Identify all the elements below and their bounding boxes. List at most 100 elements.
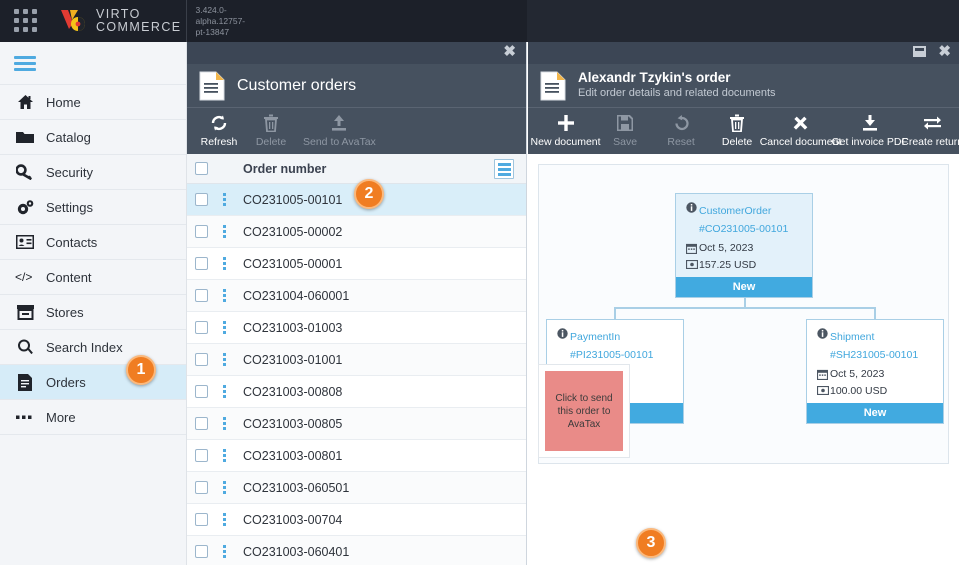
order-number: CO231003-00801: [243, 448, 343, 463]
table-row[interactable]: CO231003-060401: [187, 536, 526, 565]
sidebar-item-content[interactable]: </> Content: [0, 260, 186, 295]
sidebar-toggle-button[interactable]: [0, 42, 186, 85]
reset-button[interactable]: Reset: [655, 113, 707, 148]
row-checkbox[interactable]: [194, 513, 208, 526]
card-date-line: Oct 5, 2023: [684, 242, 804, 254]
refresh-button[interactable]: Refresh: [193, 113, 245, 148]
filter-list-icon[interactable]: [494, 159, 514, 179]
row-checkbox[interactable]: [194, 321, 208, 334]
row-menu-icon[interactable]: [222, 449, 226, 462]
row-menu-icon[interactable]: [222, 545, 226, 558]
sidebar-item-security[interactable]: Security: [0, 155, 186, 190]
sidebar-item-more[interactable]: More: [0, 400, 186, 435]
brand-text: VIRTO COMMERCE: [96, 8, 182, 34]
card-number[interactable]: #SH231005-00101: [830, 349, 918, 361]
table-row[interactable]: CO231003-01001: [187, 344, 526, 376]
row-menu-icon[interactable]: [222, 257, 226, 270]
order-number: CO231004-060001: [243, 288, 350, 303]
row-menu-icon[interactable]: [222, 385, 226, 398]
row-menu-icon[interactable]: [222, 481, 226, 494]
status-badge[interactable]: New: [676, 277, 812, 297]
close-icon[interactable]: ✖: [503, 44, 516, 59]
minimize-icon[interactable]: [913, 46, 927, 57]
sidebar-filler: [0, 435, 186, 565]
status-badge[interactable]: New: [807, 403, 943, 423]
row-checkbox[interactable]: [194, 545, 208, 558]
table-row[interactable]: CO231003-060501: [187, 472, 526, 504]
sidebar-item-home[interactable]: Home: [0, 85, 186, 120]
card-type[interactable]: PaymentIn: [570, 331, 620, 343]
send-to-avatax-button[interactable]: Send to AvaTax: [297, 113, 382, 148]
sidebar-item-orders[interactable]: Orders: [0, 365, 186, 400]
apps-grid-icon[interactable]: [10, 8, 42, 34]
row-checkbox[interactable]: [194, 289, 208, 302]
folder-icon: [14, 127, 36, 147]
row-checkbox-cell: [187, 321, 215, 334]
send-to-avatax-tile[interactable]: Click to send this order to AvaTax: [545, 371, 623, 451]
home-icon: [14, 92, 36, 112]
detail-header: Alexandr Tzykin's order Edit order detai…: [528, 64, 959, 108]
detail-title-block: Alexandr Tzykin's order Edit order detai…: [578, 70, 776, 101]
card-amount-line: 157.25 USD: [684, 259, 804, 271]
sidebar-item-stores[interactable]: Stores: [0, 295, 186, 330]
order-number: CO231003-00808: [243, 384, 343, 399]
row-menu-icon[interactable]: [222, 321, 226, 334]
cancel-document-button[interactable]: Cancel document: [760, 113, 841, 148]
card-type[interactable]: CustomerOrder: [699, 205, 771, 217]
refresh-icon: [210, 113, 228, 133]
refresh-label: Refresh: [200, 136, 238, 148]
row-checkbox[interactable]: [194, 385, 208, 398]
flow-card-customer-order[interactable]: CustomerOrder #CO231005-00101 Oct 5, 202…: [675, 193, 813, 298]
get-invoice-pdf-button[interactable]: Get invoice PDF: [831, 113, 908, 148]
table-row[interactable]: CO231005-00001: [187, 248, 526, 280]
new-document-button[interactable]: New document: [531, 113, 601, 148]
row-menu-cell: [215, 289, 233, 302]
row-checkbox[interactable]: [194, 225, 208, 238]
close-icon[interactable]: ✖: [938, 44, 951, 59]
table-row[interactable]: CO231003-00704: [187, 504, 526, 536]
row-checkbox[interactable]: [194, 353, 208, 366]
card-type[interactable]: Shipment: [830, 331, 874, 343]
table-row[interactable]: CO231005-00002: [187, 216, 526, 248]
sidebar-item-settings[interactable]: Settings: [0, 190, 186, 225]
select-all-checkbox[interactable]: [194, 162, 208, 175]
card-number[interactable]: #PI231005-00101: [570, 349, 654, 361]
orders-list-body[interactable]: CO231005-00101 CO231005-00002 CO231005-0…: [187, 184, 526, 565]
undo-icon: [673, 113, 690, 133]
callout-badge-2: 2: [354, 179, 384, 209]
row-checkbox[interactable]: [194, 481, 208, 494]
card-number[interactable]: #CO231005-00101: [699, 223, 788, 235]
orders-toolbar: Refresh Delete Send to AvaTax: [187, 108, 526, 154]
table-row[interactable]: CO231003-00801: [187, 440, 526, 472]
sidebar-item-contacts[interactable]: Contacts: [0, 225, 186, 260]
row-menu-icon[interactable]: [222, 353, 226, 366]
sidebar-item-catalog[interactable]: Catalog: [0, 120, 186, 155]
row-checkbox[interactable]: [194, 417, 208, 430]
row-menu-icon[interactable]: [222, 193, 226, 206]
create-return-button[interactable]: Create return: [901, 113, 959, 148]
delete-button[interactable]: Delete: [711, 113, 763, 148]
table-row[interactable]: CO231003-01003: [187, 312, 526, 344]
row-menu-icon[interactable]: [222, 513, 226, 526]
table-row[interactable]: CO231004-060001: [187, 280, 526, 312]
flow-card-shipment[interactable]: Shipment #SH231005-00101 Oct 5, 2023 100…: [806, 319, 944, 424]
row-menu-icon[interactable]: [222, 289, 226, 302]
window-buttons: ✖: [913, 44, 951, 59]
row-checkbox[interactable]: [194, 257, 208, 270]
sidebar-item-search-index[interactable]: Search Index: [0, 330, 186, 365]
select-all-cell: [187, 162, 215, 175]
brand-logo[interactable]: VIRTO COMMERCE: [58, 7, 182, 35]
row-checkbox[interactable]: [194, 449, 208, 462]
delete-button[interactable]: Delete: [245, 113, 297, 148]
table-row[interactable]: CO231003-00805: [187, 408, 526, 440]
row-menu-cell: [215, 225, 233, 238]
money-icon: [815, 385, 830, 395]
table-row[interactable]: CO231003-00808: [187, 376, 526, 408]
row-checkbox-cell: [187, 353, 215, 366]
money-icon: [684, 259, 699, 269]
save-button[interactable]: Save: [599, 113, 651, 148]
row-checkbox-cell: [187, 257, 215, 270]
row-menu-icon[interactable]: [222, 225, 226, 238]
row-checkbox[interactable]: [194, 193, 208, 206]
row-menu-icon[interactable]: [222, 417, 226, 430]
